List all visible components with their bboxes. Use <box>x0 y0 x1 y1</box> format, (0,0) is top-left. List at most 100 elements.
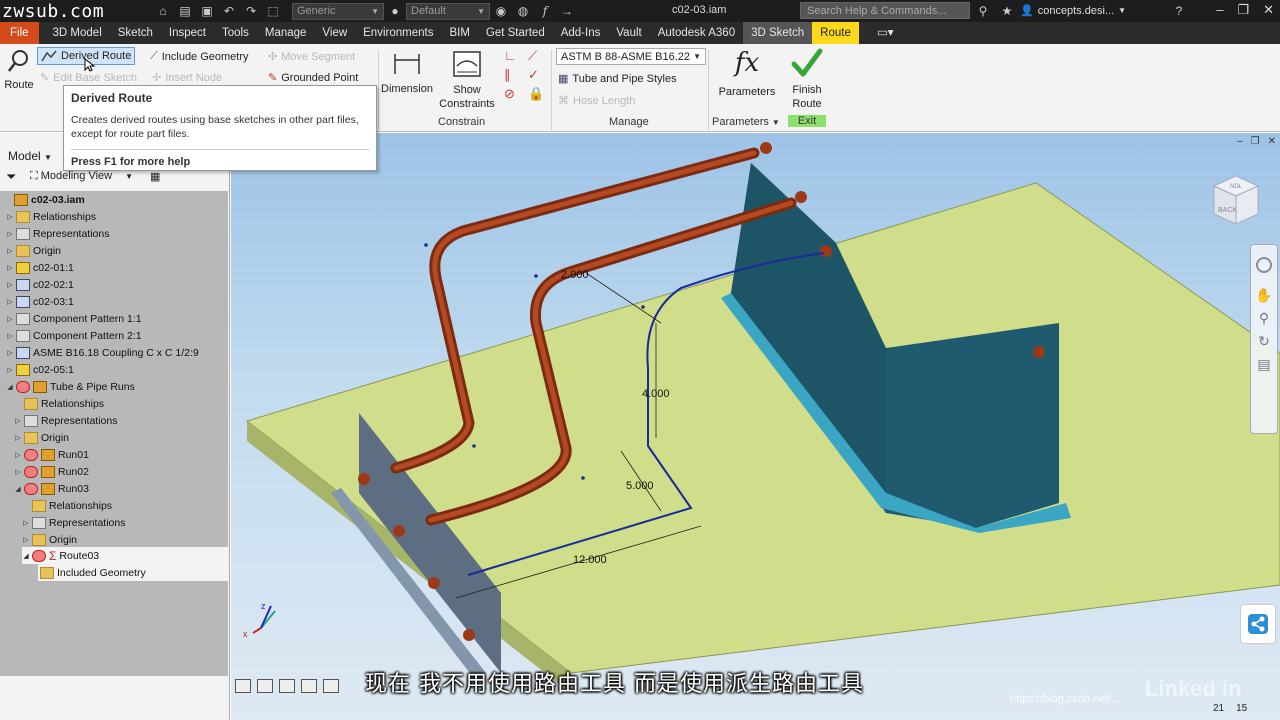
tree-node-route[interactable]: ◢ Σ Route03 <box>22 547 228 564</box>
home-icon[interactable]: ⌂ <box>155 3 171 19</box>
tree-node-representations[interactable]: ▷ Representations <box>22 514 125 531</box>
tree-node-fitting[interactable]: ▷ ASME B16.18 Coupling C x C 1/2:9 <box>6 344 199 361</box>
binoculars-icon[interactable]: ⚲ <box>975 3 991 19</box>
tab-tools[interactable]: Tools <box>214 22 257 44</box>
tube-pipe-styles-button[interactable]: ▦ Tube and Pipe Styles <box>558 72 677 86</box>
collapse-icon[interactable]: ◢ <box>14 485 22 493</box>
restore-icon[interactable]: ❐ <box>1237 2 1249 18</box>
tree-node-part[interactable]: ▷ c02-02:1 <box>6 276 74 293</box>
tab-3d-model[interactable]: 3D Model <box>45 22 110 44</box>
expand-icon[interactable]: ▷ <box>6 332 14 340</box>
expand-icon[interactable]: ▷ <box>6 247 14 255</box>
expand-icon[interactable]: ▷ <box>6 315 14 323</box>
tree-node-origin[interactable]: ▷ Origin <box>22 531 77 548</box>
search-input[interactable]: Search Help & Commands... <box>800 2 970 19</box>
expand-icon[interactable]: ▷ <box>6 264 14 272</box>
model-tab[interactable]: Model ▼ <box>8 149 52 163</box>
tab-sketch[interactable]: Sketch <box>110 22 161 44</box>
move-segment-button[interactable]: ✣ Move Segment <box>268 50 355 64</box>
clear-icon[interactable]: ◍ <box>515 3 531 19</box>
tab-get-started[interactable]: Get Started <box>478 22 553 44</box>
open-folder-icon[interactable]: ▤ <box>177 3 193 19</box>
cascade-icon[interactable] <box>235 679 251 693</box>
expand-icon[interactable]: ▷ <box>22 536 30 544</box>
expand-icon[interactable]: ▷ <box>14 434 22 442</box>
expand-icon[interactable]: ▷ <box>6 366 14 374</box>
close-icon[interactable]: ✕ <box>1268 136 1276 147</box>
include-geometry-button[interactable]: ⟋ Include Geometry <box>150 50 249 63</box>
hose-length-button[interactable]: ⌘ Hose Length <box>558 94 635 108</box>
star-icon[interactable]: ★ <box>999 3 1015 19</box>
restore-icon[interactable]: ❐ <box>1251 136 1260 147</box>
tree-node-part[interactable]: ▷ c02-01:1 <box>6 259 74 276</box>
viewcube[interactable]: NDL BACK <box>1208 172 1264 237</box>
tab-3d-sketch[interactable]: 3D Sketch <box>743 22 813 44</box>
tree-node-part[interactable]: ▷ c02-05:1 <box>6 361 74 378</box>
expand-icon[interactable]: ▷ <box>6 298 14 306</box>
minimize-icon[interactable]: – <box>1237 136 1243 147</box>
tree-node-relationships[interactable]: Relationships <box>22 497 112 514</box>
vertical-split-icon[interactable] <box>301 679 317 693</box>
pan-icon[interactable]: ✋ <box>1251 287 1277 304</box>
browser-options-icon[interactable]: ▦ <box>150 170 160 183</box>
tab-inspect[interactable]: Inspect <box>161 22 214 44</box>
tree-node-run[interactable]: ▷ Run01 <box>14 446 89 463</box>
tab-manage[interactable]: Manage <box>257 22 315 44</box>
material-combo[interactable]: Generic ▼ <box>292 2 384 20</box>
help-icon[interactable]: ? <box>1171 3 1187 19</box>
share-button[interactable] <box>1240 604 1276 644</box>
expand-icon[interactable]: ▷ <box>14 417 22 425</box>
expand-icon[interactable]: ▷ <box>14 451 22 459</box>
tree-node-origin[interactable]: ▷ Origin <box>14 429 69 446</box>
more-arrow-icon[interactable]: → <box>559 3 575 19</box>
undo-icon[interactable]: ↶ <box>221 3 237 19</box>
edit-base-sketch-button[interactable]: ✎ Edit Base Sketch <box>40 71 137 85</box>
appearance-sphere-icon[interactable]: ● <box>387 3 403 19</box>
tree-node-origin[interactable]: ▷ Origin <box>6 242 61 259</box>
perpendicular-constraint-icon[interactable]: ∟ <box>504 48 524 64</box>
ribbon-options-icon[interactable]: ▭▾ <box>869 22 902 44</box>
fx-icon[interactable]: f <box>537 3 553 19</box>
tree-node-representations[interactable]: ▷ Representations <box>6 225 109 242</box>
look-at-icon[interactable]: ▤ <box>1251 356 1277 373</box>
filter-icon[interactable]: ⏷ <box>6 169 16 185</box>
save-icon[interactable]: ▣ <box>199 3 215 19</box>
graphics-viewport[interactable]: 12.000 5.000 4.000 2.000 x z – ❐ ✕ <box>231 133 1280 720</box>
tab-autodesk-a360[interactable]: Autodesk A360 <box>650 22 743 44</box>
expand-icon[interactable]: ▷ <box>6 213 14 221</box>
tree-node-run[interactable]: ▷ Run02 <box>14 463 89 480</box>
tree-node-run[interactable]: ◢ Run03 <box>14 480 89 497</box>
account-menu[interactable]: 👤 concepts.desi... ▼ <box>1020 4 1126 18</box>
tangent-constraint-icon[interactable]: ⟋ <box>528 48 548 64</box>
collapse-icon[interactable]: ◢ <box>22 552 30 560</box>
route-button[interactable]: Route <box>4 48 34 91</box>
appearance-combo[interactable]: Default ▼ <box>406 2 490 20</box>
expand-icon[interactable]: ▷ <box>22 519 30 527</box>
redo-icon[interactable]: ↷ <box>243 3 259 19</box>
grounded-point-button[interactable]: ✎ Grounded Point <box>268 71 358 85</box>
insert-node-button[interactable]: ✢ Insert Node <box>152 71 222 85</box>
tab-vault[interactable]: Vault <box>608 22 649 44</box>
collapse-icon[interactable]: ◢ <box>6 383 14 391</box>
tree-node-root[interactable]: c02-03.iam <box>4 191 85 208</box>
tab-bim[interactable]: BIM <box>441 22 477 44</box>
orbit-icon[interactable]: ↻ <box>1251 333 1277 350</box>
fix-constraint-icon[interactable]: 🔒 <box>528 86 548 102</box>
tree-node-relationships[interactable]: Relationships <box>14 395 104 412</box>
dimension-button[interactable]: Dimension <box>380 48 434 95</box>
tree-node-relationships[interactable]: ▷ Relationships <box>6 208 96 225</box>
tab-route[interactable]: Route <box>812 22 859 44</box>
tile-icon[interactable] <box>257 679 273 693</box>
tree-node-representations[interactable]: ▷ Representations <box>14 412 117 429</box>
close-icon[interactable]: ✕ <box>1263 2 1274 18</box>
show-constraints-button[interactable]: Show Constraints <box>436 48 498 111</box>
tree-node-pattern[interactable]: ▷ Component Pattern 2:1 <box>6 327 142 344</box>
collinear-constraint-icon[interactable]: ✓ <box>528 67 548 83</box>
expand-icon[interactable]: ▷ <box>6 349 14 357</box>
dimension-5[interactable]: 5.000 <box>626 480 654 492</box>
coincident-constraint-icon[interactable]: ⊘ <box>504 86 524 102</box>
tree-node-part[interactable]: ▷ c02-03:1 <box>6 293 74 310</box>
horizontal-split-icon[interactable] <box>279 679 295 693</box>
tree-node-pattern[interactable]: ▷ Component Pattern 1:1 <box>6 310 142 327</box>
dimension-12[interactable]: 12.000 <box>573 554 607 566</box>
